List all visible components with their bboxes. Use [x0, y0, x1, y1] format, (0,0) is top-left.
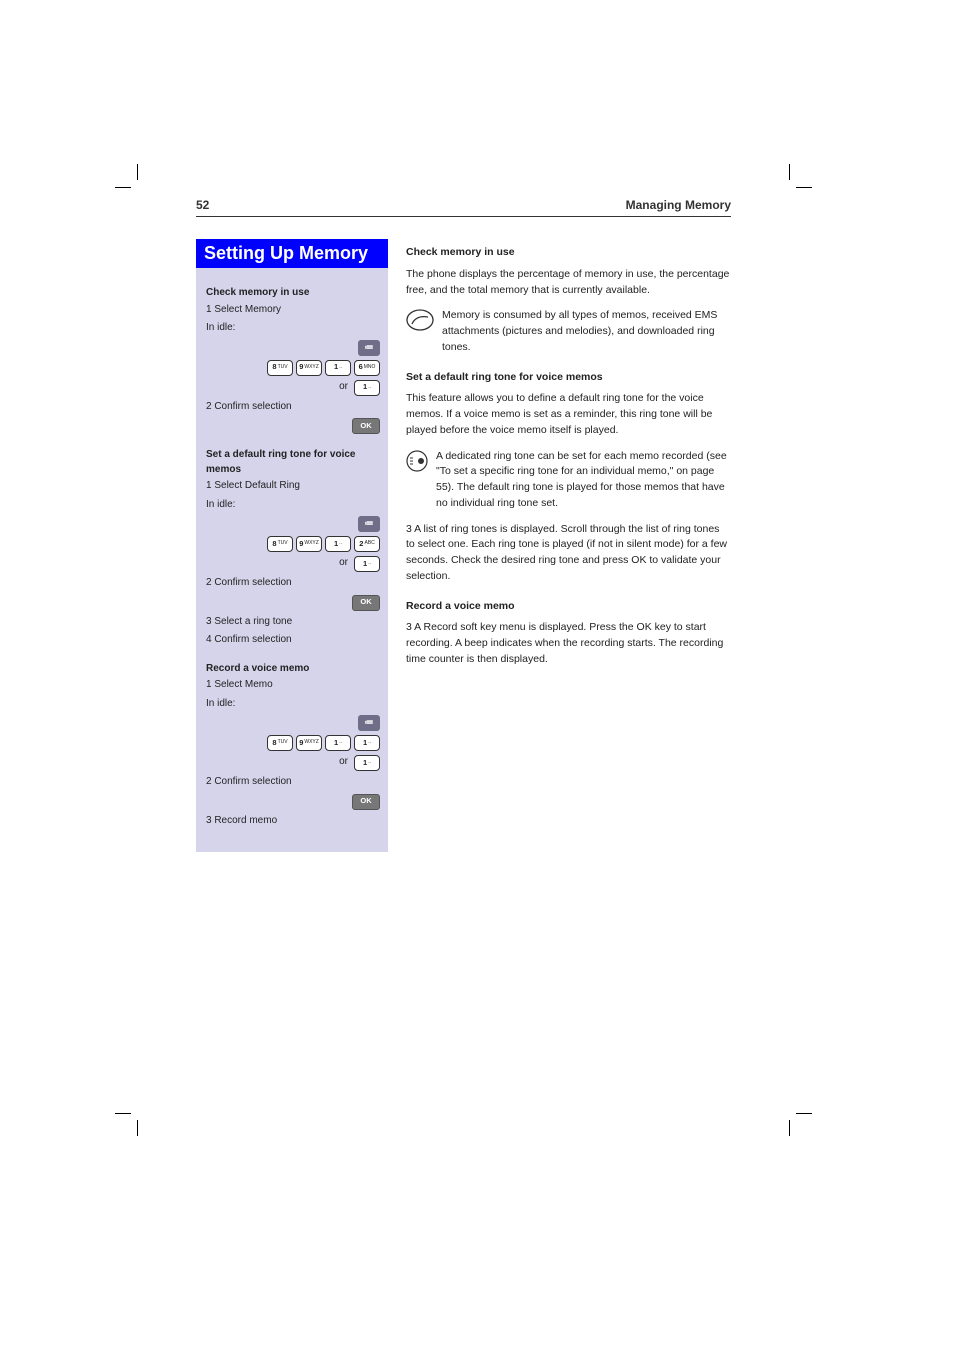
step-label: 1 Select Memo [206, 678, 380, 693]
step-text: In idle: [206, 697, 380, 712]
step-label: 2 Confirm selection [206, 775, 380, 790]
key-row: 8TUV 9WXYZ 1.. 2ABC [206, 536, 380, 552]
note-row: Memory is consumed by all types of memos… [406, 308, 731, 355]
note-icon [406, 309, 434, 331]
note-text: Memory is consumed by all types of memos… [442, 308, 731, 355]
key-1: 1.. [354, 556, 380, 572]
menu-icon: ≔ [358, 516, 380, 532]
sub-title: Check memory in use [406, 245, 731, 261]
left-block-ring: Set a default ring tone for voice memos … [206, 448, 380, 648]
key-row: OK [206, 595, 380, 611]
left-block-record: Record a voice memo 1 Select Memo In idl… [206, 662, 380, 829]
paragraph: This feature allows you to define a defa… [406, 391, 731, 438]
left-block-memory: Check memory in use 1 Select Memory In i… [206, 286, 380, 434]
key-1: 1.. [325, 360, 351, 376]
key-1: 1.. [354, 755, 380, 771]
note-text: A dedicated ring tone can be set for eac… [436, 449, 731, 512]
left-block-title: Set a default ring tone for voice memos [206, 448, 380, 477]
key-row: 8TUV 9WXYZ 1.. 1.. [206, 735, 380, 751]
key-row: ≔ [206, 516, 380, 532]
key-9: 9WXYZ [296, 735, 322, 751]
or-text: or [339, 755, 348, 771]
left-block-title: Check memory in use [206, 286, 380, 301]
page-number: 52 [196, 198, 209, 212]
ok-key: OK [352, 595, 380, 611]
key-8: 8TUV [267, 735, 293, 751]
key-1: 1.. [354, 380, 380, 396]
right-block-record: Record a voice memo 3 A Record soft key … [406, 599, 731, 668]
step-label: 1 Select Memory [206, 303, 380, 318]
or-text: or [339, 380, 348, 396]
step-paragraph: 3 A Record soft key menu is displayed. P… [406, 620, 731, 667]
right-column: Check memory in use The phone displays t… [388, 239, 731, 682]
or-text: or [339, 556, 348, 572]
step-label: 4 Confirm selection [206, 633, 380, 648]
key-row: or 1.. [206, 755, 380, 771]
key-row: ≔ [206, 715, 380, 731]
step-text: In idle: [206, 321, 380, 336]
key-row: ≔ [206, 340, 380, 356]
key-1: 1.. [325, 536, 351, 552]
right-block-ring: Set a default ring tone for voice memos … [406, 370, 731, 585]
right-block-memory: Check memory in use The phone displays t… [406, 245, 731, 356]
key-row: OK [206, 794, 380, 810]
step-label: 3 Record memo [206, 814, 380, 829]
menu-icon: ≔ [358, 715, 380, 731]
key-1: 1.. [325, 735, 351, 751]
sub-title: Set a default ring tone for voice memos [406, 370, 731, 386]
step-label: 1 Select Default Ring [206, 479, 380, 494]
key-9: 9WXYZ [296, 360, 322, 376]
key-6: 6MNO [354, 360, 380, 376]
step-label: 2 Confirm selection [206, 576, 380, 591]
ok-key: OK [352, 418, 380, 434]
key-row: or 1.. [206, 380, 380, 396]
left-column: Setting Up Memory Check memory in use 1 … [196, 239, 388, 852]
key-2: 2ABC [354, 536, 380, 552]
note-icon [406, 450, 428, 472]
note-row: A dedicated ring tone can be set for eac… [406, 449, 731, 512]
key-1: 1.. [354, 735, 380, 751]
section-header: Setting Up Memory [196, 239, 388, 268]
step-text: In idle: [206, 498, 380, 513]
key-row: OK [206, 418, 380, 434]
sub-title: Record a voice memo [406, 599, 731, 615]
ok-key: OK [352, 794, 380, 810]
step-label: 3 Select a ring tone [206, 615, 380, 630]
paragraph: The phone displays the percentage of mem… [406, 267, 731, 299]
chapter-title: Managing Memory [626, 198, 731, 212]
key-8: 8TUV [267, 536, 293, 552]
key-8: 8TUV [267, 360, 293, 376]
left-block-title: Record a voice memo [206, 662, 380, 677]
key-row: 8TUV 9WXYZ 1.. 6MNO [206, 360, 380, 376]
header-divider [196, 216, 731, 217]
menu-icon: ≔ [358, 340, 380, 356]
step-label: 2 Confirm selection [206, 400, 380, 415]
key-row: or 1.. [206, 556, 380, 572]
key-9: 9WXYZ [296, 536, 322, 552]
step-paragraph: 3 A list of ring tones is displayed. Scr… [406, 522, 731, 585]
